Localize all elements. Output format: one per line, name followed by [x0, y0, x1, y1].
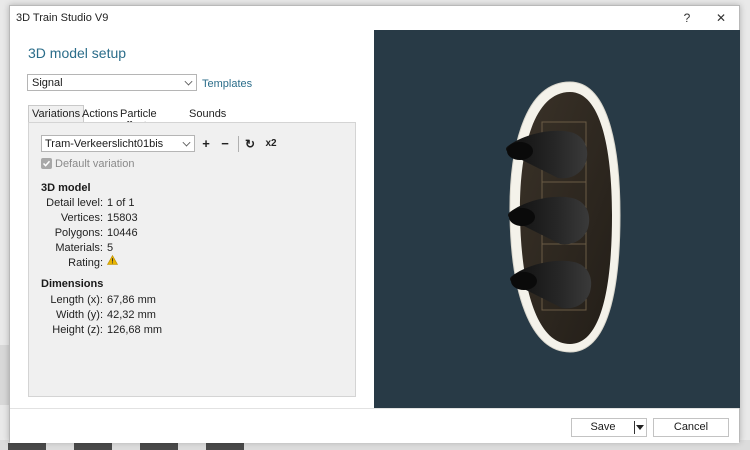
- polygons-value: 10446: [107, 227, 138, 239]
- warning-icon: [106, 254, 119, 268]
- background-tile: [74, 443, 112, 450]
- close-button[interactable]: ✕: [711, 9, 731, 27]
- settings-pane: 3D model setup Signal Templates Variatio…: [10, 30, 374, 408]
- remove-variation-button[interactable]: −: [217, 136, 233, 152]
- materials-label: Materials:: [55, 242, 103, 254]
- cancel-button[interactable]: Cancel: [653, 418, 729, 437]
- width-label: Width (y):: [55, 309, 103, 321]
- dialog-footer: Save Cancel: [10, 408, 739, 443]
- add-variation-button[interactable]: +: [198, 136, 214, 152]
- dimensions-section-title: Dimensions: [41, 278, 104, 290]
- save-button[interactable]: Save: [571, 418, 647, 437]
- chevron-down-icon: [184, 77, 193, 86]
- dialog-window: 3D Train Studio V9 ? ✕ 3D model setup Si…: [9, 5, 740, 443]
- chevron-down-icon: [182, 138, 191, 147]
- polygons-label: Polygons:: [54, 227, 103, 239]
- help-button[interactable]: ?: [677, 9, 697, 27]
- length-value: 67,86 mm: [107, 294, 156, 306]
- save-dropdown-icon[interactable]: [636, 425, 644, 430]
- background-tile: [8, 443, 46, 450]
- model-section-title: 3D model: [41, 182, 91, 194]
- rating-label: Rating:: [68, 257, 103, 269]
- variations-panel: Tram-Verkeerslicht01bis + − ↻ x2 Default…: [28, 122, 356, 397]
- toolbar-divider: [238, 136, 239, 152]
- tab-sounds[interactable]: Sounds: [186, 106, 229, 122]
- save-split-divider: [634, 421, 635, 434]
- page-title: 3D model setup: [28, 45, 127, 61]
- window-title: 3D Train Studio V9: [16, 12, 109, 24]
- templates-link[interactable]: Templates: [202, 78, 252, 90]
- detail-level-label: Detail level:: [46, 197, 103, 209]
- signal-3d-model: [506, 81, 621, 353]
- background-tile: [206, 443, 244, 450]
- materials-value: 5: [107, 242, 114, 254]
- refresh-button[interactable]: ↻: [242, 136, 258, 152]
- detail-level-value: 1 of 1: [107, 197, 135, 209]
- length-label: Length (x):: [50, 294, 103, 306]
- save-button-label: Save: [590, 421, 616, 433]
- tab-variations[interactable]: Variations: [28, 105, 85, 123]
- tab-particle-effects[interactable]: Particle effects: [117, 106, 160, 132]
- category-value: Signal: [32, 77, 63, 89]
- variation-dropdown[interactable]: Tram-Verkeerslicht01bis: [41, 135, 195, 152]
- tab-actions[interactable]: Actions: [79, 106, 121, 122]
- variation-value: Tram-Verkeerslicht01bis: [45, 138, 164, 150]
- height-value: 126,68 mm: [107, 324, 163, 336]
- checkbox-checked-icon: [41, 158, 52, 169]
- width-value: 42,32 mm: [107, 309, 156, 321]
- vertices-label: Vertices:: [60, 212, 103, 224]
- 3d-viewport[interactable]: [374, 30, 740, 408]
- duplicate-x2-button[interactable]: x2: [262, 136, 280, 152]
- background-tile: [140, 443, 178, 450]
- default-variation-label: Default variation: [55, 158, 135, 170]
- vertices-value: 15803: [107, 212, 138, 224]
- category-dropdown[interactable]: Signal: [27, 74, 197, 91]
- title-bar: 3D Train Studio V9 ? ✕: [10, 6, 739, 30]
- height-label: Height (z):: [52, 324, 103, 336]
